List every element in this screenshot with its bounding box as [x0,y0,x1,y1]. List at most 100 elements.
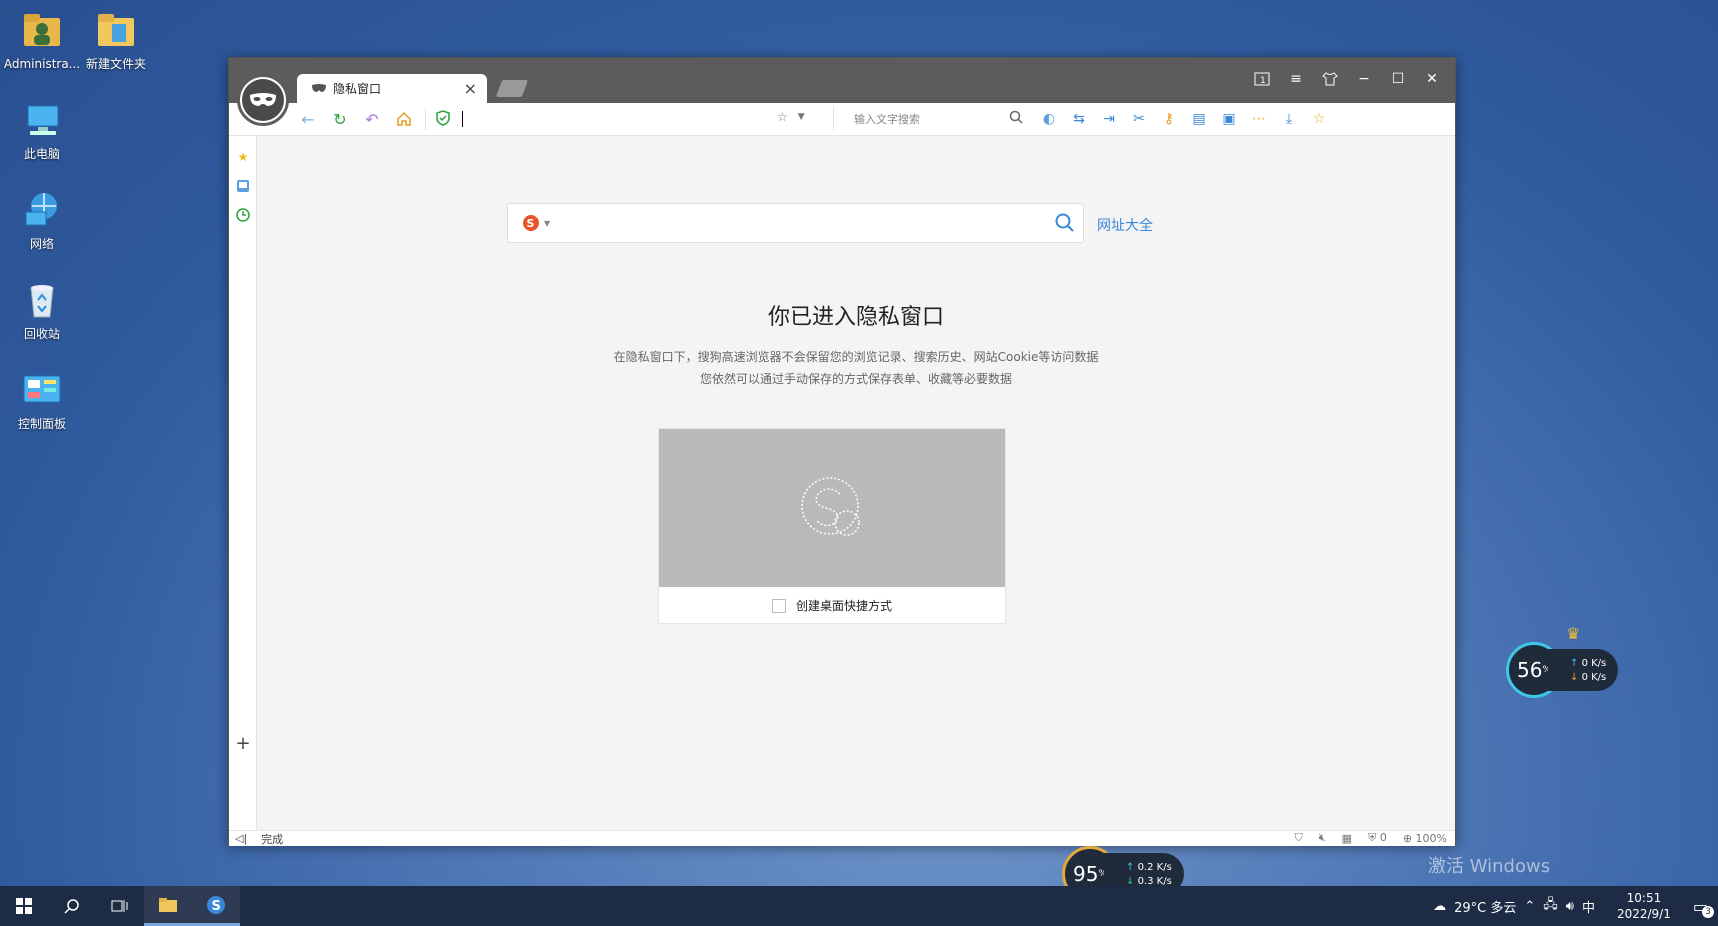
desktop-icon-label: 新建文件夹 [85,57,146,71]
dropdown-arrow-icon: ▼ [544,218,551,228]
sogou-skin-icon[interactable]: ◐ [1039,109,1059,129]
more-icon[interactable]: ⋯ [1249,109,1269,129]
desktop-icon-new-folder[interactable]: 新建文件夹 [74,8,158,72]
back-arrow-icon[interactable]: ← [299,110,317,129]
network-icon[interactable]: 🖧︎ [1543,895,1558,917]
svg-text:S: S [527,217,535,230]
key-icon[interactable]: ⚷ [1159,109,1179,129]
zoom-level[interactable]: ⊕ 100% [1403,832,1447,845]
tab-private-window[interactable]: 隐私窗口 × [297,74,487,103]
sogou-outline-icon [801,477,860,536]
home-icon[interactable] [395,110,413,128]
maximize-icon[interactable]: ☐ [1381,66,1415,92]
memory-percent: 56 [1516,658,1543,682]
tab-list-icon[interactable]: 1 [1245,66,1279,92]
upload-speed: ↑ 0 K/s [1570,657,1607,669]
user-folder-icon [20,8,64,52]
translate-icon[interactable]: ⇆ [1069,109,1089,129]
notification-center-icon[interactable]: ▭ 3 [1693,897,1714,918]
desktop-icon-label: 回收站 [23,327,60,341]
weather-cloud-icon[interactable]: ☁ [1433,899,1446,914]
browser-window: 隐私窗口 × 1 ≡ − ☐ ✕ ← ↻ ↶ ☆ ▼ 输入文字搜索 ◐ ⇆ ⇥ … [228,57,1456,846]
history-clock-icon[interactable] [234,206,252,224]
dropdown-arrow-icon[interactable]: ▼ [798,112,805,122]
clock-date: 2022/9/1 [1616,907,1671,921]
network-monitor-widget[interactable]: ♛ 56% ↑ 0 K/s ↓ 0 K/s [1506,624,1619,698]
desktop-icon-network[interactable]: 网络 [0,188,84,252]
favorites-sidebar-icon[interactable]: ★ [234,148,252,166]
download-speed-value: 0.3 K/s [1137,875,1172,887]
desktop-icon-recycle-bin[interactable]: 回收站 [0,278,84,342]
skin-icon[interactable] [1313,66,1347,92]
folder-icon [94,8,138,52]
shortcut-option[interactable]: 创建桌面快捷方式 [659,587,1005,624]
control-panel-icon [20,368,64,412]
recycle-bin-icon [20,278,64,322]
nav-buttons: ← ↻ ↶ [299,110,413,129]
favorites-star-icon[interactable]: ☆ [1309,109,1329,129]
shortcut-checkbox[interactable] [771,598,786,613]
undo-close-icon[interactable]: ↶ [363,110,381,129]
close-tab-icon[interactable]: × [464,79,477,98]
close-window-icon[interactable]: ✕ [1415,66,1449,92]
adblock-count-value: 0 [1379,831,1387,844]
sogou-browser-taskbar-icon[interactable]: S [192,886,240,926]
minimize-icon[interactable]: − [1347,66,1381,92]
upload-speed-value: 0.2 K/s [1137,861,1172,873]
download-speed-value: 0 K/s [1581,671,1607,683]
adblock-count[interactable]: ⛨ 0 [1368,831,1387,845]
search-icon[interactable] [1009,110,1023,127]
main-search-input[interactable]: S ▼ [507,203,1084,243]
start-button[interactable] [0,886,48,926]
window-icon[interactable]: ▣ [1219,109,1239,129]
add-sidebar-icon[interactable]: + [234,733,252,754]
upload-speed: ↑ 0.2 K/s [1126,861,1172,873]
login-icon[interactable]: ⇥ [1099,109,1119,129]
notification-count: 3 [1702,905,1714,918]
site-directory-link[interactable]: 网址大全 [1097,215,1153,235]
search-placeholder: 输入文字搜索 [854,113,920,126]
menu-icon[interactable]: ≡ [1279,66,1313,92]
chevron-up-icon[interactable]: ⌃ [1524,899,1535,914]
toolbar-search-input[interactable]: 输入文字搜索 [833,107,1023,131]
computer-icon [20,98,64,142]
refresh-icon[interactable]: ↻ [331,110,349,129]
weather-text[interactable]: 29°C 多云 [1454,897,1516,916]
reading-list-icon[interactable] [234,177,252,195]
private-mode-badge[interactable] [237,74,289,126]
search-engine-selector[interactable]: S ▼ [522,214,550,232]
file-explorer-icon[interactable] [144,886,192,926]
ime-indicator[interactable]: 中 [1582,897,1595,916]
task-view-icon[interactable] [96,886,144,926]
new-tab-button[interactable] [495,80,529,97]
download-icon[interactable]: ⤓ [1279,109,1299,129]
desktop-icon-label: 控制面板 [17,417,66,431]
desktop-icon-label: 此电脑 [23,147,60,161]
volume-icon[interactable]: 🔊︎ [1566,899,1574,914]
desktop-icon-label: Administra... [3,57,81,71]
preview-thumbnail [659,429,1005,587]
window-controls: 1 ≡ − ☐ ✕ [1245,66,1449,92]
security-shield-icon[interactable] [436,109,450,129]
reader-mode-icon[interactable]: ▤ [1189,109,1209,129]
screenshot-scissors-icon[interactable]: ✂ [1129,109,1149,129]
box-icon[interactable]: ▦ [1342,832,1352,845]
address-bar[interactable] [425,108,725,130]
desktop-icon-admin[interactable]: Administra... [0,8,84,72]
security-icon[interactable]: ⛉ [1294,831,1302,845]
download-speed: ↓ 0.3 K/s [1126,875,1172,887]
search-icon[interactable] [1055,213,1075,236]
collapse-sidebar-icon[interactable]: ◁| [235,832,247,845]
shortcut-label: 创建桌面快捷方式 [795,599,892,613]
memory-percent: 95 [1072,862,1099,886]
bookmark-star-icon[interactable]: ☆ [777,110,788,124]
description-line: 在隐私窗口下，搜狗高速浏览器不会保留您的浏览记录、搜索历史、网站Cookie等访… [613,350,1099,364]
shortcut-preview-card: 创建桌面快捷方式 [658,428,1006,624]
clock[interactable]: 10:51 2022/9/1 [1617,890,1671,922]
sidebar: ★ + [229,136,257,830]
mute-icon[interactable]: 🔇︎ [1319,831,1326,845]
extension-icons: ◐ ⇆ ⇥ ✂ ⚷ ▤ ▣ ⋯ ⤓ ☆ [1039,109,1329,129]
desktop-icon-this-pc[interactable]: 此电脑 [0,98,84,162]
desktop-icon-control-panel[interactable]: 控制面板 [0,368,84,432]
search-icon[interactable] [48,886,96,926]
